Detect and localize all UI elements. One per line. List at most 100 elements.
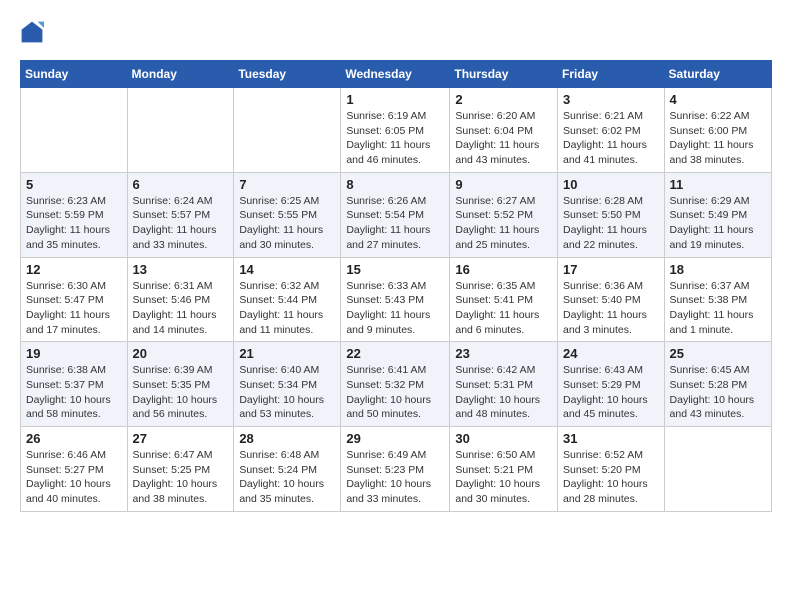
calendar-day-header: Friday	[558, 61, 665, 88]
calendar-cell: 23Sunrise: 6:42 AM Sunset: 5:31 PM Dayli…	[450, 342, 558, 427]
calendar-cell: 1Sunrise: 6:19 AM Sunset: 6:05 PM Daylig…	[341, 88, 450, 173]
day-info: Sunrise: 6:30 AM Sunset: 5:47 PM Dayligh…	[26, 279, 122, 338]
calendar-cell: 31 Sunrise: 6:52 AM Sunset: 5:20 PM Dayli…	[558, 427, 665, 512]
day-number: 14	[239, 262, 335, 277]
day-number: 10	[563, 177, 659, 192]
day-number: 3	[563, 92, 659, 107]
day-number: 21	[239, 346, 335, 361]
day-info: Sunrise: 6:50 AM Sunset: 5:21 PM Dayligh…	[455, 448, 552, 507]
day-number: 1	[346, 92, 444, 107]
calendar-cell	[21, 88, 128, 173]
calendar-week-row: 19 Sunrise: 6:38 AM Sunset: 5:37 PM Dayli…	[21, 342, 772, 427]
day-number: 12	[26, 262, 122, 277]
calendar-cell: 21 Sunrise: 6:40 AM Sunset: 5:34 PM Dayli…	[234, 342, 341, 427]
calendar-header-row: SundayMondayTuesdayWednesdayThursdayFrid…	[21, 61, 772, 88]
calendar-week-row: 1Sunrise: 6:19 AM Sunset: 6:05 PM Daylig…	[21, 88, 772, 173]
day-info: Sunrise: 6:33 AM Sunset: 5:43 PM Dayligh…	[346, 279, 444, 338]
day-number: 31	[563, 431, 659, 446]
day-number: 28	[239, 431, 335, 446]
day-info: Sunrise: 6:24 AM Sunset: 5:57 PM Dayligh…	[133, 194, 229, 253]
calendar-cell: 6 Sunrise: 6:24 AM Sunset: 5:57 PM Daylig…	[127, 172, 234, 257]
day-number: 23	[455, 346, 552, 361]
calendar-day-header: Monday	[127, 61, 234, 88]
day-info: Sunrise: 6:37 AM Sunset: 5:38 PM Dayligh…	[670, 279, 766, 338]
calendar-body: 1Sunrise: 6:19 AM Sunset: 6:05 PM Daylig…	[21, 88, 772, 512]
calendar-week-row: 26 Sunrise: 6:46 AM Sunset: 5:27 PM Dayli…	[21, 427, 772, 512]
day-info: Sunrise: 6:25 AM Sunset: 5:55 PM Dayligh…	[239, 194, 335, 253]
day-info: Sunrise: 6:40 AM Sunset: 5:34 PM Dayligh…	[239, 363, 335, 422]
calendar-cell	[127, 88, 234, 173]
day-info: Sunrise: 6:43 AM Sunset: 5:29 PM Dayligh…	[563, 363, 659, 422]
day-info: Sunrise: 6:20 AM Sunset: 6:04 PM Dayligh…	[455, 109, 552, 168]
day-number: 13	[133, 262, 229, 277]
calendar-cell: 5 Sunrise: 6:23 AM Sunset: 5:59 PM Daylig…	[21, 172, 128, 257]
day-number: 20	[133, 346, 229, 361]
calendar-cell: 8 Sunrise: 6:26 AM Sunset: 5:54 PM Daylig…	[341, 172, 450, 257]
day-info: Sunrise: 6:38 AM Sunset: 5:37 PM Dayligh…	[26, 363, 122, 422]
day-number: 26	[26, 431, 122, 446]
calendar-cell: 14 Sunrise: 6:32 AM Sunset: 5:44 PM Dayli…	[234, 257, 341, 342]
day-info: Sunrise: 6:52 AM Sunset: 5:20 PM Dayligh…	[563, 448, 659, 507]
day-number: 18	[670, 262, 766, 277]
calendar-cell: 15 Sunrise: 6:33 AM Sunset: 5:43 PM Dayli…	[341, 257, 450, 342]
calendar-week-row: 5 Sunrise: 6:23 AM Sunset: 5:59 PM Daylig…	[21, 172, 772, 257]
day-info: Sunrise: 6:32 AM Sunset: 5:44 PM Dayligh…	[239, 279, 335, 338]
calendar-cell: 16Sunrise: 6:35 AM Sunset: 5:41 PM Dayli…	[450, 257, 558, 342]
day-info: Sunrise: 6:46 AM Sunset: 5:27 PM Dayligh…	[26, 448, 122, 507]
day-number: 19	[26, 346, 122, 361]
calendar-cell: 2 Sunrise: 6:20 AM Sunset: 6:04 PM Daylig…	[450, 88, 558, 173]
day-number: 22	[346, 346, 444, 361]
day-info: Sunrise: 6:27 AM Sunset: 5:52 PM Dayligh…	[455, 194, 552, 253]
calendar-day-header: Sunday	[21, 61, 128, 88]
calendar-cell: 22 Sunrise: 6:41 AM Sunset: 5:32 PM Dayli…	[341, 342, 450, 427]
day-number: 17	[563, 262, 659, 277]
day-number: 24	[563, 346, 659, 361]
calendar-cell: 12 Sunrise: 6:30 AM Sunset: 5:47 PM Dayli…	[21, 257, 128, 342]
day-number: 25	[670, 346, 766, 361]
day-number: 29	[346, 431, 444, 446]
day-number: 9	[455, 177, 552, 192]
day-info: Sunrise: 6:49 AM Sunset: 5:23 PM Dayligh…	[346, 448, 444, 507]
logo-icon	[20, 20, 44, 44]
day-number: 8	[346, 177, 444, 192]
logo	[20, 20, 48, 44]
day-info: Sunrise: 6:47 AM Sunset: 5:25 PM Dayligh…	[133, 448, 229, 507]
day-info: Sunrise: 6:35 AM Sunset: 5:41 PM Dayligh…	[455, 279, 552, 338]
day-info: Sunrise: 6:48 AM Sunset: 5:24 PM Dayligh…	[239, 448, 335, 507]
calendar-cell: 11 Sunrise: 6:29 AM Sunset: 5:49 PM Dayli…	[664, 172, 771, 257]
calendar-cell: 27 Sunrise: 6:47 AM Sunset: 5:25 PM Dayli…	[127, 427, 234, 512]
day-info: Sunrise: 6:21 AM Sunset: 6:02 PM Dayligh…	[563, 109, 659, 168]
calendar-cell: 25 Sunrise: 6:45 AM Sunset: 5:28 PM Dayli…	[664, 342, 771, 427]
day-number: 4	[670, 92, 766, 107]
calendar-cell: 20 Sunrise: 6:39 AM Sunset: 5:35 PM Dayli…	[127, 342, 234, 427]
day-number: 6	[133, 177, 229, 192]
page-header	[20, 20, 772, 44]
calendar-day-header: Saturday	[664, 61, 771, 88]
day-info: Sunrise: 6:23 AM Sunset: 5:59 PM Dayligh…	[26, 194, 122, 253]
day-info: Sunrise: 6:22 AM Sunset: 6:00 PM Dayligh…	[670, 109, 766, 168]
calendar-cell: 9 Sunrise: 6:27 AM Sunset: 5:52 PM Daylig…	[450, 172, 558, 257]
day-info: Sunrise: 6:39 AM Sunset: 5:35 PM Dayligh…	[133, 363, 229, 422]
calendar-cell: 29 Sunrise: 6:49 AM Sunset: 5:23 PM Dayli…	[341, 427, 450, 512]
day-info: Sunrise: 6:41 AM Sunset: 5:32 PM Dayligh…	[346, 363, 444, 422]
day-number: 15	[346, 262, 444, 277]
day-info: Sunrise: 6:29 AM Sunset: 5:49 PM Dayligh…	[670, 194, 766, 253]
calendar-cell: 13Sunrise: 6:31 AM Sunset: 5:46 PM Dayli…	[127, 257, 234, 342]
calendar-cell: 19 Sunrise: 6:38 AM Sunset: 5:37 PM Dayli…	[21, 342, 128, 427]
day-info: Sunrise: 6:26 AM Sunset: 5:54 PM Dayligh…	[346, 194, 444, 253]
day-number: 11	[670, 177, 766, 192]
calendar-cell	[664, 427, 771, 512]
day-info: Sunrise: 6:45 AM Sunset: 5:28 PM Dayligh…	[670, 363, 766, 422]
calendar-cell: 17 Sunrise: 6:36 AM Sunset: 5:40 PM Dayli…	[558, 257, 665, 342]
calendar-cell: 24 Sunrise: 6:43 AM Sunset: 5:29 PM Dayli…	[558, 342, 665, 427]
day-number: 7	[239, 177, 335, 192]
day-number: 2	[455, 92, 552, 107]
day-info: Sunrise: 6:36 AM Sunset: 5:40 PM Dayligh…	[563, 279, 659, 338]
calendar-day-header: Thursday	[450, 61, 558, 88]
day-number: 5	[26, 177, 122, 192]
calendar-cell: 28 Sunrise: 6:48 AM Sunset: 5:24 PM Dayli…	[234, 427, 341, 512]
day-number: 27	[133, 431, 229, 446]
calendar-cell: 18 Sunrise: 6:37 AM Sunset: 5:38 PM Dayli…	[664, 257, 771, 342]
calendar-day-header: Tuesday	[234, 61, 341, 88]
calendar-day-header: Wednesday	[341, 61, 450, 88]
